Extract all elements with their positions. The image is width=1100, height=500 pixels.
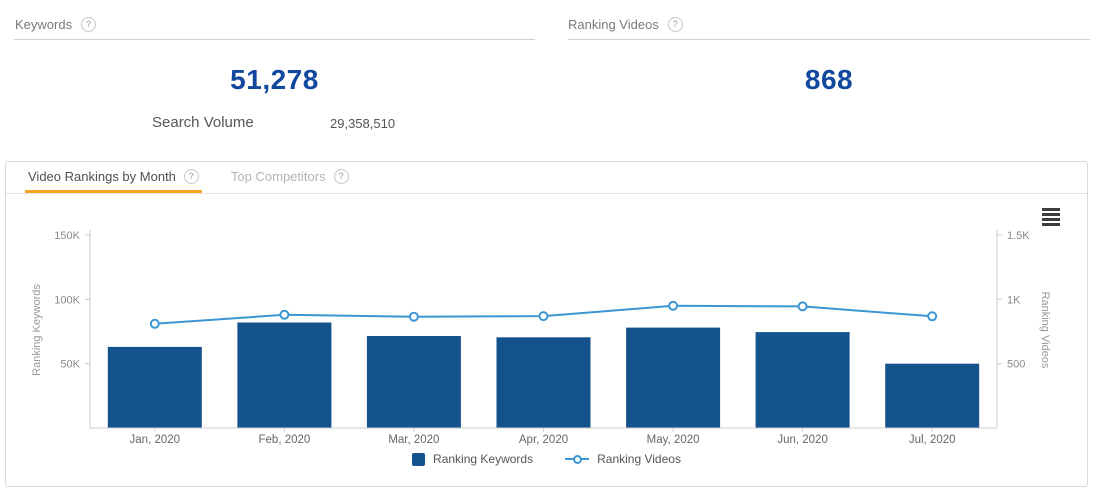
bar-swatch-icon — [412, 452, 426, 466]
chart-legend: Ranking Keywords Ranking Videos — [5, 452, 1088, 466]
left-axis-tick-label: 150K — [54, 230, 80, 242]
bar-may-2020[interactable] — [626, 327, 721, 428]
legend-item-ranking-keywords[interactable]: Ranking Keywords — [412, 452, 533, 466]
x-axis-label: May, 2020 — [647, 434, 700, 446]
bar-jan-2020[interactable] — [107, 346, 202, 428]
x-axis-label: Jun, 2020 — [777, 434, 828, 446]
x-axis-label: Jan, 2020 — [130, 434, 181, 446]
bar-apr-2020[interactable] — [496, 337, 591, 428]
line-marker-feb-2020[interactable] — [279, 309, 290, 320]
line-marker-may-2020[interactable] — [668, 300, 679, 311]
left-axis-tick-label: 50K — [60, 359, 80, 371]
bar-feb-2020[interactable] — [237, 322, 332, 429]
legend-label: Ranking Keywords — [433, 452, 534, 466]
right-axis-tick-label: 1.5K — [1007, 230, 1030, 242]
right-axis-tick-label: 500 — [1007, 359, 1025, 371]
bar-mar-2020[interactable] — [366, 336, 461, 428]
line-marker-jan-2020[interactable] — [149, 318, 160, 329]
line-marker-jul-2020[interactable] — [927, 311, 938, 322]
right-axis-title: Ranking Videos — [1039, 292, 1051, 369]
x-axis-label: Feb, 2020 — [259, 434, 311, 446]
right-axis-tick-label: 1K — [1007, 294, 1021, 306]
legend-item-ranking-videos[interactable]: Ranking Videos — [565, 452, 681, 466]
left-axis-tick-label: 100K — [54, 294, 80, 306]
x-axis-label: Apr, 2020 — [519, 434, 568, 446]
line-marker-jun-2020[interactable] — [797, 301, 808, 312]
bar-jun-2020[interactable] — [755, 332, 850, 428]
line-marker-swatch-icon — [565, 455, 590, 464]
x-axis-label: Mar, 2020 — [388, 434, 439, 446]
rankings-chart: 150K 100K 50K 1.5K 1K 500 Jan, 2020 Feb, 2020 Ma… — [0, 0, 1100, 500]
legend-label: Ranking Videos — [597, 452, 681, 466]
line-marker-mar-2020[interactable] — [408, 311, 419, 322]
line-marker-apr-2020[interactable] — [538, 311, 549, 322]
x-axis-label: Jul, 2020 — [909, 434, 956, 446]
bar-jul-2020[interactable] — [885, 363, 980, 428]
left-axis-title: Ranking Keywords — [31, 284, 43, 376]
